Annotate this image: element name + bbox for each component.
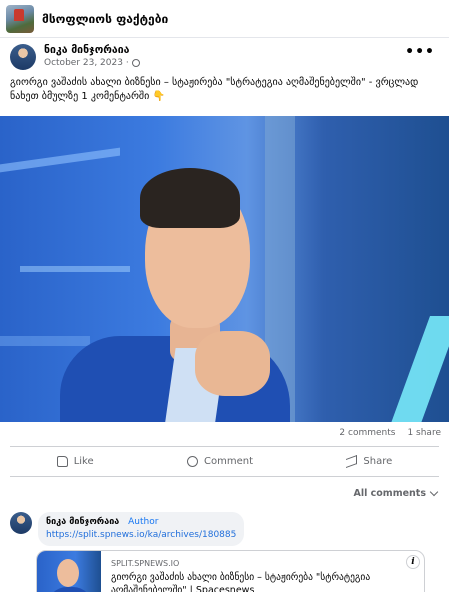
more-options-icon[interactable]: •••: [405, 44, 435, 60]
author-badge: Author: [128, 517, 159, 527]
post-date[interactable]: October 23, 2023 ·: [44, 57, 129, 69]
comment-link[interactable]: https://split.spnews.io/ka/archives/1808…: [46, 529, 236, 542]
comment-button[interactable]: Comment: [187, 456, 253, 467]
link-preview-title: გიორგი ვაშაძის ახალი ბიზნესი – სტაჟირება…: [111, 572, 371, 592]
share-label: Share: [363, 456, 393, 467]
share-button[interactable]: Share: [346, 454, 393, 469]
author-block: ნიკა მინჯორაია October 23, 2023 ·: [44, 44, 140, 69]
person-hands: [195, 331, 270, 396]
comments-count[interactable]: 2 comments: [339, 428, 395, 442]
group-name[interactable]: მსოფლიოს ფაქტები: [42, 12, 168, 26]
post-header: ნიკა მინჯორაია October 23, 2023 · •••: [0, 38, 449, 70]
post-photo[interactable]: [0, 116, 449, 422]
commenter-name[interactable]: ნიკა მინჯორაია: [46, 517, 119, 527]
author-avatar[interactable]: [10, 44, 36, 70]
post-meta: October 23, 2023 ·: [44, 57, 140, 69]
person-hair: [140, 168, 240, 228]
post-text: გიორგი ვაშაძის ახალი ბიზნესი – სტაჟირება…: [10, 77, 419, 102]
author-name[interactable]: ნიკა მინჯორაია: [44, 44, 140, 57]
studio-light-stripe: [0, 147, 120, 173]
group-thumbnail[interactable]: [6, 4, 34, 33]
share-icon: [346, 454, 358, 469]
like-label: Like: [73, 456, 94, 467]
chevron-down-icon: [429, 487, 439, 497]
shares-count[interactable]: 1 share: [407, 428, 441, 442]
studio-glow: [389, 316, 449, 422]
group-header: მსოფლიოს ფაქტები: [0, 0, 449, 38]
comment-label: Comment: [204, 456, 254, 467]
comment-filter-label: All comments: [353, 488, 426, 499]
post-stats: 2 comments 1 share: [0, 422, 449, 442]
link-preview-card[interactable]: SPLIT.SPNEWS.IO გიორგი ვაშაძის ახალი ბიზ…: [36, 550, 425, 592]
studio-light-stripe: [0, 336, 90, 346]
like-button[interactable]: Like: [56, 456, 94, 467]
link-preview-thumbnail: [37, 551, 101, 592]
link-preview-body: SPLIT.SPNEWS.IO გიორგი ვაშაძის ახალი ბიზ…: [101, 551, 424, 592]
comment-icon: [187, 456, 199, 467]
comment-bubble: ნიკა მინჯორაია Author https://split.spne…: [38, 512, 245, 546]
comment-item: ნიკა მინჯორაია Author https://split.spne…: [0, 502, 449, 546]
comment-filter[interactable]: All comments: [10, 476, 439, 502]
thumbs-up-icon: [56, 456, 68, 467]
globe-icon: [131, 59, 140, 67]
info-icon[interactable]: i: [406, 555, 420, 569]
post-actions: Like Comment Share: [10, 446, 439, 476]
commenter-avatar[interactable]: [10, 512, 32, 534]
studio-light-stripe: [20, 266, 130, 272]
link-preview-domain: SPLIT.SPNEWS.IO: [111, 559, 180, 568]
